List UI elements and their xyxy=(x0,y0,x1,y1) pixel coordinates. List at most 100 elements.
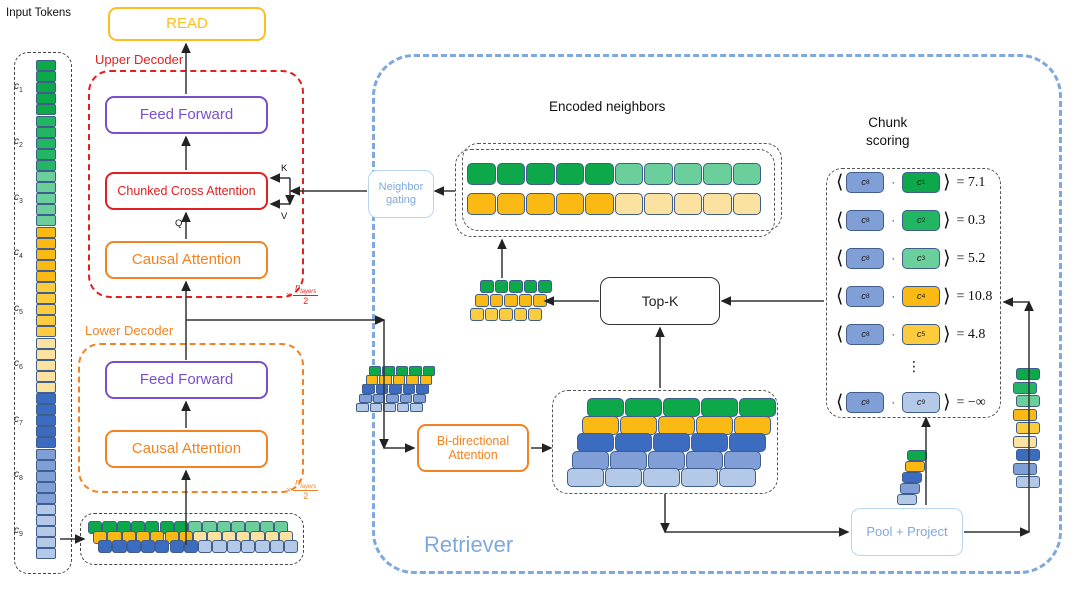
retrieved-chunk-block xyxy=(489,294,503,307)
chunk-embedding-block xyxy=(1013,381,1037,394)
upper-feed-forward-label: Feed Forward xyxy=(139,106,234,124)
token-cell xyxy=(36,359,56,371)
pooled-chunk-block xyxy=(904,461,925,472)
chunked-cross-attention-label: Chunked Cross Attention xyxy=(117,183,256,198)
input-tokens-label: Input Tokens xyxy=(6,7,72,19)
pooled-chunk-block xyxy=(897,494,917,505)
token-cell xyxy=(36,171,56,183)
bidir-token-block xyxy=(658,415,695,435)
pooled-chunk-block xyxy=(899,483,920,494)
bidir-token-block xyxy=(625,398,662,417)
retriever-label: Retriever xyxy=(424,532,514,557)
bidir-token-block xyxy=(587,398,624,417)
retrieved-chunk-block xyxy=(518,294,532,307)
chunk-score-row: ⟨ c 8 · c 3 ⟩ = 5.2 xyxy=(836,243,985,269)
upper-decoder-label: Upper Decoder xyxy=(95,52,184,67)
upper-causal-attention-box[interactable]: Causal Attention xyxy=(105,241,268,279)
pooled-chunk-block xyxy=(902,472,922,483)
token-cell xyxy=(36,259,56,271)
neighbor-token-block xyxy=(555,193,584,215)
neighbor-token-block xyxy=(673,193,702,215)
repeat-multiplier-lower: × xyxy=(286,484,292,495)
pool-project-box[interactable]: Pool + Project xyxy=(851,508,963,556)
bidir-token-block xyxy=(620,415,657,435)
repeat-denominator-lower: 2 xyxy=(303,491,309,502)
bidir-token-block xyxy=(648,450,685,470)
chunk-label-c5: c5 xyxy=(14,302,23,316)
repeat-numerator-sub-upper: layers xyxy=(300,288,317,295)
token-cell xyxy=(36,204,56,216)
bidir-token-block xyxy=(681,468,718,487)
chunk-embedding-block xyxy=(1016,395,1040,407)
input-token-block xyxy=(112,540,127,553)
retrieved-chunk-block xyxy=(494,280,508,293)
input-token-block xyxy=(155,540,170,553)
query-chunk-chip: c8 xyxy=(846,167,892,193)
candidate-chunk-chip: c5 xyxy=(902,319,948,345)
chunk-label-c1: c1 xyxy=(14,80,23,94)
neighbor-gating-box[interactable]: Neighbor gating xyxy=(368,170,434,218)
bidir-token-block xyxy=(739,398,776,417)
chunk-embedding-block xyxy=(395,366,409,376)
bidir-token-block xyxy=(691,433,728,452)
read-box[interactable]: READ xyxy=(108,7,266,41)
token-cell xyxy=(36,492,56,504)
token-cell xyxy=(36,282,56,294)
query-chunk-chip: c8 xyxy=(846,281,892,307)
topk-label: Top-K xyxy=(641,292,679,309)
lower-causal-attention-box[interactable]: Causal Attention xyxy=(105,430,268,468)
token-cell xyxy=(36,104,56,116)
open-bracket: ⟨ xyxy=(836,247,844,269)
token-cell xyxy=(36,326,56,338)
token-cell xyxy=(36,60,56,72)
token-cell xyxy=(36,526,56,538)
chunk-embedding-block xyxy=(1016,422,1040,434)
chunk-embedding-block xyxy=(419,375,433,385)
candidate-chunk-chip: c4 xyxy=(902,281,948,307)
chunk-embedding-block xyxy=(1016,476,1040,488)
retrieved-chunk-block xyxy=(504,294,518,307)
input-token-block xyxy=(198,540,213,553)
bidir-token-block xyxy=(577,433,614,452)
chunk-label-c4: c4 xyxy=(14,247,23,261)
topk-box[interactable]: Top-K xyxy=(600,277,720,325)
upper-feed-forward-box[interactable]: Feed Forward xyxy=(105,96,268,134)
bidirectional-attention-box[interactable]: Bi-directional Attention xyxy=(417,424,529,472)
retrieved-chunk-block xyxy=(538,280,552,293)
chunk-score-value: = 4.8 xyxy=(956,326,986,342)
repeat-numerator-sub-lower: layers xyxy=(300,483,317,490)
chunk-scoring-rows: ⟨ c 8 · c 1 ⟩ = 7.1 ⟨ c 8 · c 2 ⟩ = 0.3 ⟨ c 8 · c 3 ⟩ = 5.2 ⟨ c 8 ·… xyxy=(832,167,1002,416)
pool-project-label: Pool + Project xyxy=(866,523,948,539)
close-bracket: ⟩ xyxy=(943,323,951,345)
close-bracket: ⟩ xyxy=(943,209,951,231)
chunk-embedding-block xyxy=(359,393,372,404)
query-chunk-chip: c8 xyxy=(846,205,892,231)
chunk-embedding-block xyxy=(406,375,419,385)
dot-operator: · xyxy=(891,214,896,227)
bidir-token-block xyxy=(729,433,766,452)
retrieved-chunk-block xyxy=(499,308,513,321)
chunked-cross-attention-box[interactable]: Chunked Cross Attention xyxy=(105,172,268,210)
chunk-embedding-block xyxy=(1013,435,1037,448)
neighbor-token-block xyxy=(467,193,496,215)
token-cell xyxy=(36,515,56,527)
lower-feed-forward-box[interactable]: Feed Forward xyxy=(105,361,268,399)
input-token-block xyxy=(126,540,141,553)
chunk-embedding-block xyxy=(365,375,379,385)
chunk-embedding-block xyxy=(409,366,422,376)
retrieved-chunk-block xyxy=(475,294,489,307)
token-cell xyxy=(36,315,56,327)
query-chunk-chip: c8 xyxy=(846,319,892,345)
input-token-block xyxy=(98,540,113,553)
input-token-column xyxy=(36,60,56,560)
chunk-label-c7: c7 xyxy=(14,413,23,427)
bidir-token-block xyxy=(653,433,690,452)
neighbor-token-block xyxy=(732,163,761,185)
chunk-score-row: ⟨ c 8 · c 9 ⟩ = −∞ xyxy=(836,387,986,413)
chunk-score-value: = 10.8 xyxy=(956,288,993,304)
neighbor-token-block xyxy=(526,193,555,215)
token-cell xyxy=(36,304,56,316)
token-cell xyxy=(36,159,56,171)
neighbor-token-block xyxy=(732,193,761,215)
chunk-score-row: ⟨ c 8 · c 1 ⟩ = 7.1 xyxy=(836,167,985,193)
